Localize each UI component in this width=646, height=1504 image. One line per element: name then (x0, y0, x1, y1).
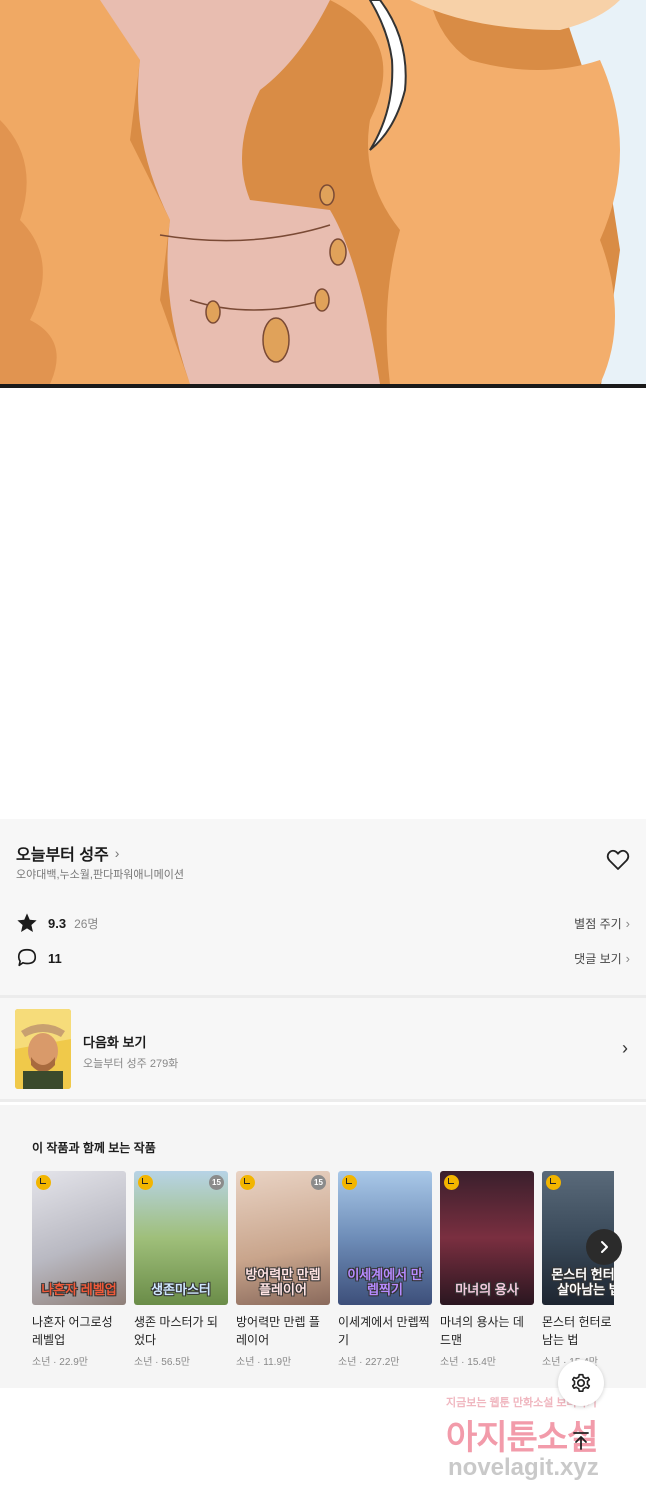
clock-icon (546, 1175, 561, 1190)
chevron-right-icon: › (622, 1038, 628, 1058)
next-episode-button[interactable]: 다음화 보기 오늘부터 성주 279화 › (0, 995, 646, 1102)
cover-title: 방어력만 만렙 플레이어 (245, 1267, 321, 1297)
card-meta: 소년 · 11.9만 (236, 1357, 292, 1368)
scroll-top-button[interactable] (566, 1426, 596, 1456)
cover-image: 15 생존마스터 (134, 1171, 228, 1305)
comments-button[interactable]: 댓글 보기 › (574, 950, 630, 967)
rating-row: 9.3 26명 별점 주기 › (16, 912, 630, 934)
card-meta: 소년 · 22.9만 (32, 1357, 88, 1368)
cover-title: 생존마스터 (151, 1281, 211, 1297)
recommendations-section: 이 작품과 함께 보는 작품 나혼자 레벨업 나혼자 어그로성 레벨업 소년 ·… (0, 1105, 646, 1388)
comment-icon (17, 948, 37, 967)
recommendation-card[interactable]: 마녀의 용사 마녀의 용사는 데드맨 소년 · 15.4만 (440, 1171, 534, 1368)
series-authors: 오야대백,누소월,판다파워애니메이션 (16, 869, 185, 881)
card-title: 생존 마스터가 되었다 (134, 1315, 218, 1347)
gear-icon (571, 1373, 591, 1393)
card-meta: 소년 · 227.2만 (338, 1357, 400, 1368)
comment-count: 11 (48, 950, 62, 966)
clock-icon (342, 1175, 357, 1190)
card-title: 방어력만 만렙 플레이어 (236, 1315, 320, 1347)
next-episode-label: 다음화 보기 (83, 1035, 147, 1050)
cover-title: 마녀의 용사 (455, 1281, 519, 1297)
rate-button[interactable]: 별점 주기 › (574, 915, 630, 932)
recommendation-card[interactable]: 이세계에서 만렙찍기 이세계에서 만렙찍기 소년 · 227.2만 (338, 1171, 432, 1368)
star-icon (17, 913, 37, 932)
series-title: 오늘부터 성주 (16, 847, 109, 864)
cover-image: 15 방어력만 만렙 플레이어 (236, 1171, 330, 1305)
clock-icon (240, 1175, 255, 1190)
chevron-right-icon: › (625, 915, 630, 931)
cover-image: 마녀의 용사 (440, 1171, 534, 1305)
page-bottom (0, 1388, 646, 1504)
rating-count: 26명 (74, 916, 99, 931)
series-info: 오늘부터 성주 › 오야대백,누소월,판다파워애니메이션 9.3 26명 별점 … (0, 819, 646, 995)
card-title: 마녀의 용사는 데드맨 (440, 1315, 524, 1347)
series-title-link[interactable]: 오늘부터 성주 › (16, 841, 119, 865)
cover-title: 나혼자 레벨업 (41, 1281, 117, 1297)
cover-title: 몬스터 헌터로 살아남는 법 (551, 1267, 614, 1297)
comic-artwork (0, 0, 646, 392)
card-meta: 소년 · 15.4만 (440, 1357, 496, 1368)
card-meta: 소년 · 56.5만 (134, 1357, 190, 1368)
clock-icon (138, 1175, 153, 1190)
comment-row: 11 댓글 보기 › (16, 947, 630, 969)
arrow-up-icon (573, 1432, 589, 1450)
heart-icon[interactable] (606, 849, 630, 871)
cover-title: 이세계에서 만렙찍기 (347, 1267, 423, 1297)
cover-image: 이세계에서 만렙찍기 (338, 1171, 432, 1305)
recommendation-card[interactable]: 몬스터 헌터로 살아남는 법 몬스터 헌터로 아남는 법 소년 · 15.4만 (542, 1171, 614, 1368)
settings-button[interactable] (558, 1360, 604, 1406)
chevron-right-icon: › (625, 950, 630, 966)
chevron-right-icon: › (114, 845, 120, 861)
clock-icon (36, 1175, 51, 1190)
age-rating-badge: 15 (311, 1175, 326, 1190)
rating-value: 9.3 (48, 915, 67, 931)
age-rating-badge: 15 (209, 1175, 224, 1190)
recommendation-card[interactable]: 15 방어력만 만렙 플레이어 방어력만 만렙 플레이어 소년 · 11.9만 (236, 1171, 330, 1368)
panel-gap (0, 392, 646, 819)
rate-label: 별점 주기 (574, 916, 622, 931)
card-title: 이세계에서 만렙찍기 (338, 1315, 430, 1347)
comic-panel (0, 0, 646, 392)
card-title: 몬스터 헌터로 아남는 법 (542, 1315, 614, 1347)
carousel-next-button[interactable] (586, 1229, 622, 1265)
recommendation-card[interactable]: 15 생존마스터 생존 마스터가 되었다 소년 · 56.5만 (134, 1171, 228, 1368)
recommendations-title: 이 작품과 함께 보는 작품 (32, 1141, 156, 1155)
recommendation-card[interactable]: 나혼자 레벨업 나혼자 어그로성 레벨업 소년 · 22.9만 (32, 1171, 126, 1368)
comments-label: 댓글 보기 (574, 951, 622, 966)
next-episode-subtitle: 오늘부터 성주 279화 (83, 1058, 179, 1070)
chevron-right-icon (601, 1241, 608, 1253)
card-title: 나혼자 어그로성 레벨업 (32, 1315, 113, 1347)
recommendations-carousel: 나혼자 레벨업 나혼자 어그로성 레벨업 소년 · 22.9만 15 생존마스터… (32, 1171, 614, 1381)
next-episode-thumbnail (15, 1009, 71, 1089)
cover-image: 나혼자 레벨업 (32, 1171, 126, 1305)
clock-icon (444, 1175, 459, 1190)
